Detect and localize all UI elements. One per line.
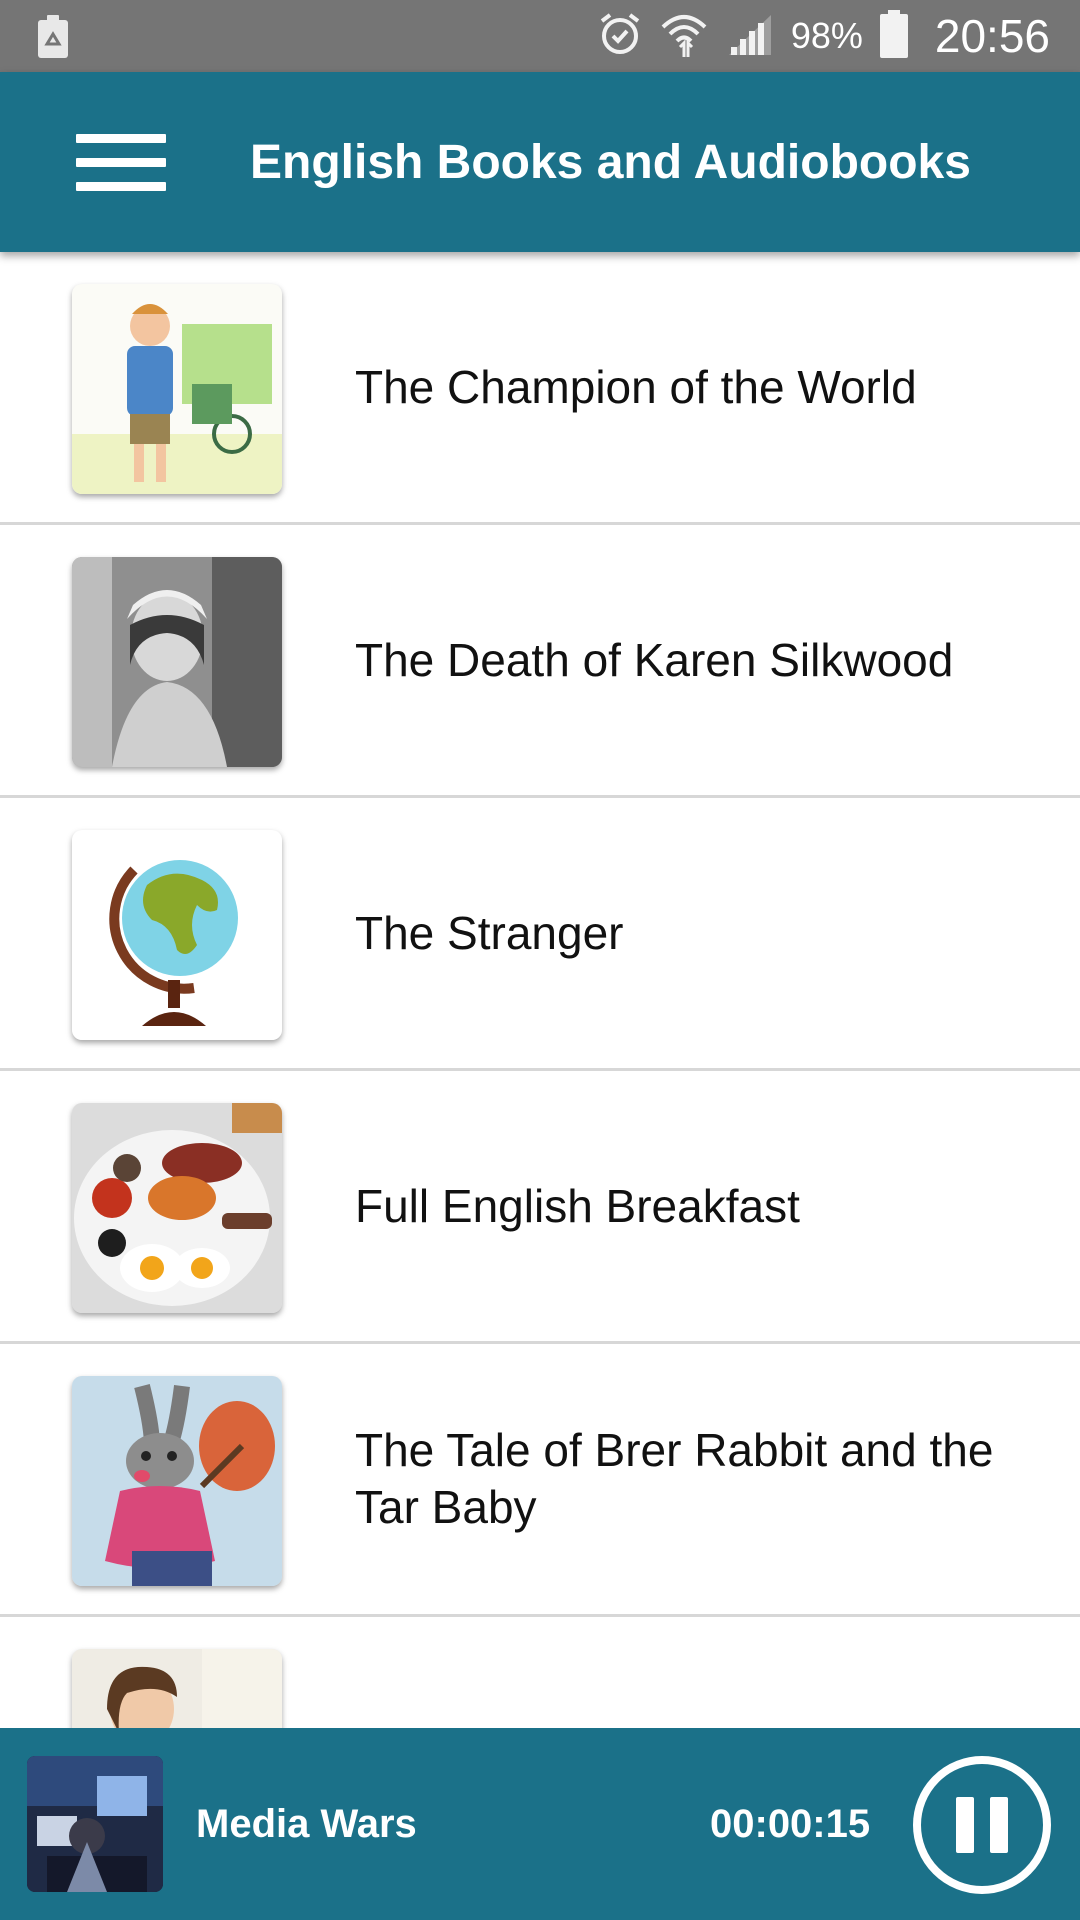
playback-time: 00:00:15 bbox=[710, 1801, 871, 1846]
woman-portrait-thumbnail bbox=[72, 557, 282, 767]
audio-player-bar[interactable]: Media Wars 00:00:15 bbox=[0, 1728, 1080, 1920]
list-item[interactable]: The Stranger bbox=[0, 798, 1080, 1071]
book-title: The Champion of the World bbox=[355, 360, 917, 413]
app-bar: English Books and Audiobooks bbox=[0, 72, 1080, 252]
menu-line bbox=[76, 181, 166, 191]
book-title: Full English Breakfast bbox=[355, 1179, 800, 1232]
wifi-icon bbox=[659, 9, 709, 64]
globe-icon bbox=[72, 830, 282, 1040]
list-item[interactable]: Full English Breakfast bbox=[0, 1071, 1080, 1344]
recycle-storage-icon bbox=[36, 14, 70, 60]
media-studio-thumbnail bbox=[27, 1756, 163, 1892]
book-title: The Tale of Brer Rabbit and the Tar Baby bbox=[355, 1424, 994, 1533]
book-title: The Death of Karen Silkwood bbox=[355, 633, 954, 686]
now-playing-title: Media Wars bbox=[196, 1801, 417, 1846]
battery-icon bbox=[879, 9, 909, 63]
pause-button[interactable] bbox=[913, 1756, 1051, 1894]
status-time: 20:56 bbox=[934, 10, 1050, 62]
rabbit-illustration-thumbnail bbox=[72, 1376, 282, 1586]
signal-icon bbox=[725, 11, 775, 62]
book-title: The True Courage of Erin bbox=[355, 1617, 1040, 1729]
pause-icon bbox=[956, 1797, 974, 1853]
page-title: English Books and Audiobooks bbox=[250, 135, 971, 189]
menu-line bbox=[76, 133, 166, 143]
battery-percent: 98% bbox=[790, 15, 863, 56]
pause-icon bbox=[990, 1797, 1008, 1853]
boy-with-lawnmower-thumbnail bbox=[72, 284, 282, 494]
alarm-icon bbox=[597, 11, 643, 62]
status-icons: 98% 20:56 bbox=[597, 0, 1050, 72]
breakfast-plate-thumbnail bbox=[72, 1103, 282, 1313]
app-root: 98% 20:56 English Books and Audiobooks T… bbox=[0, 0, 1080, 1920]
status-bar: 98% 20:56 bbox=[0, 0, 1080, 72]
book-title: The Stranger bbox=[355, 906, 624, 959]
list-item[interactable]: The Champion of the World bbox=[0, 252, 1080, 525]
woman-office-thumbnail bbox=[72, 1649, 282, 1728]
list-item[interactable]: The True Courage of Erin bbox=[0, 1617, 1080, 1728]
hamburger-menu-icon[interactable] bbox=[60, 122, 170, 202]
list-item[interactable]: The Tale of Brer Rabbit and the Tar Baby bbox=[0, 1344, 1080, 1617]
book-list[interactable]: The Champion of the World The Death of K… bbox=[0, 252, 1080, 1728]
list-item[interactable]: The Death of Karen Silkwood bbox=[0, 525, 1080, 798]
menu-line bbox=[76, 157, 166, 167]
